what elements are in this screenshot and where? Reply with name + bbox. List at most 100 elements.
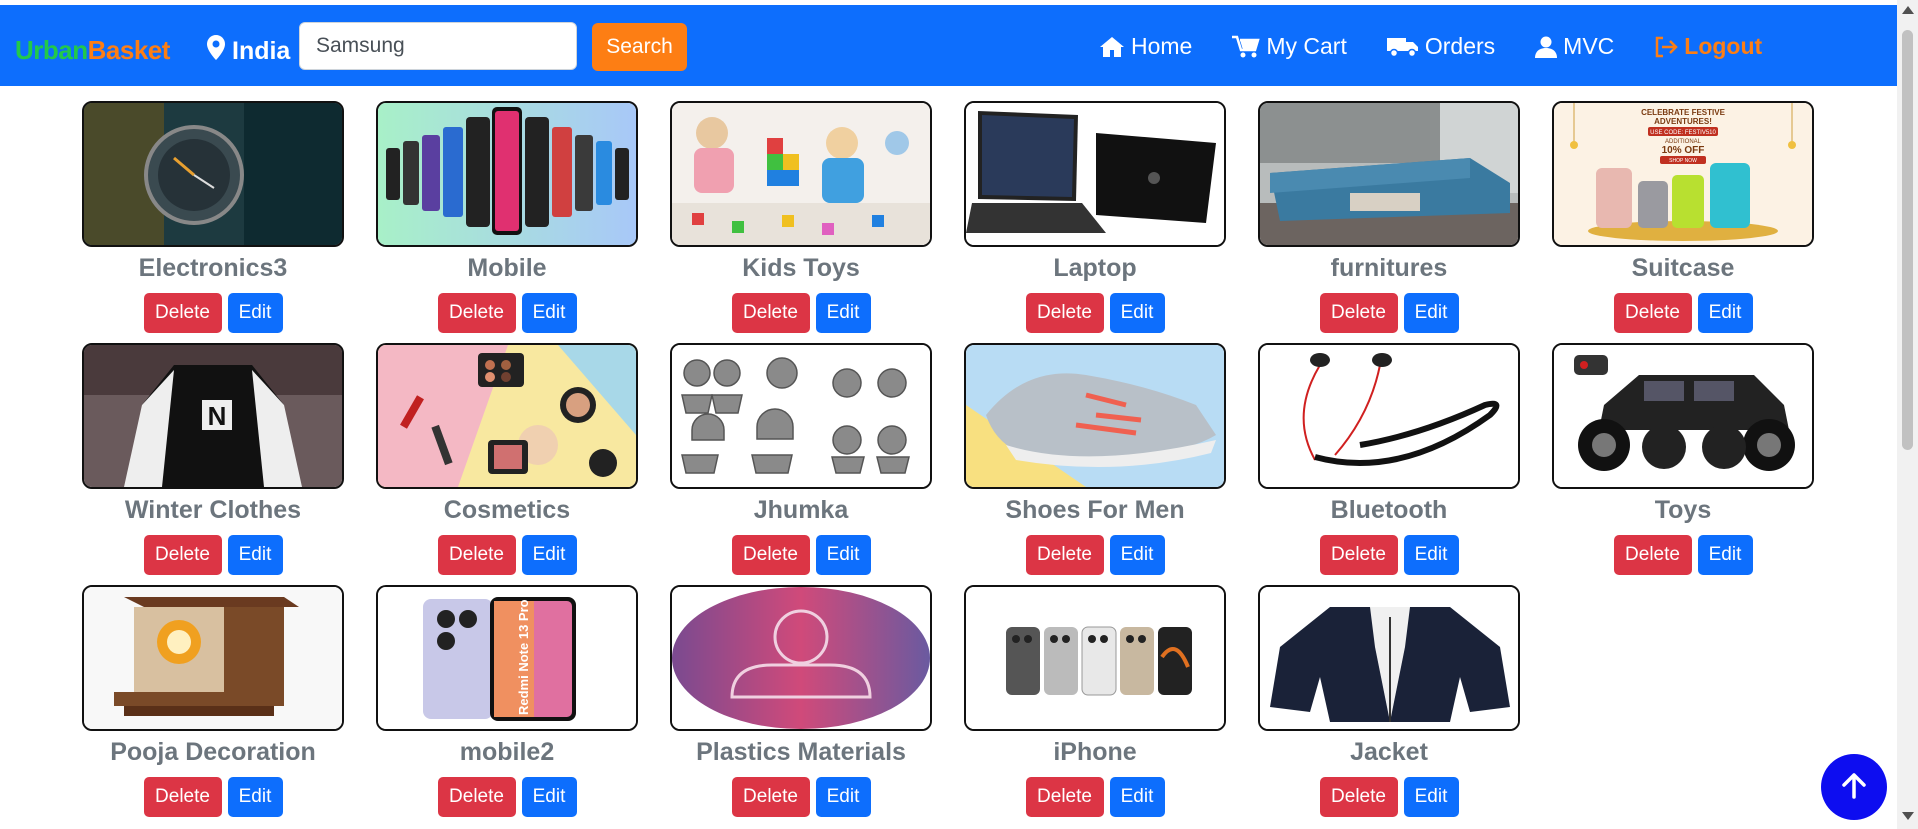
cosmetics-image (376, 343, 638, 489)
delete-button[interactable]: Delete (1025, 535, 1104, 575)
category-card: Redmi Note 13 Pro 5G mobile2 Delete Edit (376, 585, 638, 817)
edit-button[interactable]: Edit (1697, 535, 1753, 575)
brand-logo[interactable]: UrbanBasket (15, 35, 170, 66)
brand-part-1: Urban (15, 35, 88, 65)
delete-button[interactable]: Delete (1319, 293, 1398, 333)
delete-button[interactable]: Delete (731, 535, 810, 575)
wristwatch-image (82, 101, 344, 247)
map-pin-icon (207, 35, 225, 67)
category-card: Kids Toys Delete Edit (670, 101, 932, 333)
sofa-image (1258, 101, 1520, 247)
edit-button[interactable]: Edit (521, 535, 577, 575)
delete-button[interactable]: Delete (437, 535, 516, 575)
category-card: furnitures Delete Edit (1258, 101, 1520, 333)
edit-button[interactable]: Edit (1109, 535, 1165, 575)
smartphones-image (376, 101, 638, 247)
nav-cart[interactable]: My Cart (1232, 33, 1347, 60)
edit-button[interactable]: Edit (227, 535, 283, 575)
category-card: N Winter Clothes Delete Edit (82, 343, 344, 575)
search-input[interactable] (299, 22, 577, 70)
edit-button[interactable]: Edit (1697, 293, 1753, 333)
neckband-image (1258, 343, 1520, 489)
category-card: Electronics3 Delete Edit (82, 101, 344, 333)
edit-button[interactable]: Edit (521, 777, 577, 817)
category-name: Cosmetics (443, 496, 571, 524)
edit-button[interactable]: Edit (815, 777, 871, 817)
delete-button[interactable]: Delete (1025, 293, 1104, 333)
edit-button[interactable]: Edit (815, 293, 871, 333)
laptop-image (964, 101, 1226, 247)
category-card: Jacket Delete Edit (1258, 585, 1520, 817)
delete-button[interactable]: Delete (143, 293, 222, 333)
delete-button[interactable]: Delete (1613, 293, 1692, 333)
category-name: Jhumka (753, 496, 849, 524)
category-name: mobile2 (459, 738, 555, 766)
delete-button[interactable]: Delete (1025, 777, 1104, 817)
edit-button[interactable]: Edit (1109, 293, 1165, 333)
edit-button[interactable]: Edit (521, 293, 577, 333)
delete-button[interactable]: Delete (143, 777, 222, 817)
earrings-image (670, 343, 932, 489)
category-name: Jacket (1350, 738, 1428, 766)
nav-orders[interactable]: Orders (1386, 33, 1495, 60)
scroll-down-arrow-icon[interactable] (1902, 812, 1914, 820)
category-name: furnitures (1330, 254, 1448, 282)
delete-button[interactable]: Delete (1613, 535, 1692, 575)
arrow-up-icon (1842, 772, 1866, 802)
banner-line-5: 10% OFF (1662, 145, 1705, 156)
category-card: Shoes For Men Delete Edit (964, 343, 1226, 575)
category-card: Plastics Materials Delete Edit (670, 585, 932, 817)
delete-button[interactable]: Delete (437, 777, 516, 817)
category-name: iPhone (1053, 738, 1137, 766)
delete-button[interactable]: Delete (731, 777, 810, 817)
nav-mvc-label: MVC (1563, 33, 1615, 59)
banner-line-6: SHOP NOW (1669, 158, 1697, 164)
nav-mvc[interactable]: MVC (1535, 33, 1614, 60)
logout-icon (1654, 36, 1679, 58)
svg-text:N: N (208, 401, 227, 431)
back-to-top-button[interactable] (1821, 754, 1887, 820)
redmi-phone-image: Redmi Note 13 Pro 5G (376, 585, 638, 731)
search-button[interactable]: Search (592, 23, 687, 71)
banner-line-3: USE CODE: FESTIV510 (1650, 130, 1716, 136)
redmi-text: Redmi Note 13 Pro 5G (516, 587, 531, 715)
nav-home[interactable]: Home (1099, 33, 1192, 60)
edit-button[interactable]: Edit (227, 777, 283, 817)
jacket-image: N (82, 343, 344, 489)
user-placeholder-image (670, 585, 932, 731)
category-name: Winter Clothes (124, 496, 302, 524)
category-name: Mobile (467, 254, 547, 282)
delete-button[interactable]: Delete (1319, 535, 1398, 575)
cart-icon (1232, 35, 1261, 59)
category-card: Toys Delete Edit (1552, 343, 1814, 575)
category-name: Plastics Materials (696, 738, 906, 766)
banner-line-1: CELEBRATE FESTIVE (1641, 108, 1726, 117)
category-card: Bluetooth Delete Edit (1258, 343, 1520, 575)
scroll-up-arrow-icon[interactable] (1902, 6, 1914, 14)
delete-button[interactable]: Delete (731, 293, 810, 333)
category-name: Pooja Decoration (110, 738, 316, 766)
suitcase-banner-image: CELEBRATE FESTIVE ADVENTURES! USE CODE: … (1552, 101, 1814, 247)
category-name: Kids Toys (742, 254, 860, 282)
sneaker-image (964, 343, 1226, 489)
delete-button[interactable]: Delete (1319, 777, 1398, 817)
edit-button[interactable]: Edit (1109, 777, 1165, 817)
location-selector[interactable]: India (207, 35, 290, 67)
category-card: iPhone Delete Edit (964, 585, 1226, 817)
navbar: UrbanBasket India Search Home My Cart Or… (0, 5, 1897, 86)
scrollbar-thumb[interactable] (1902, 30, 1913, 450)
edit-button[interactable]: Edit (815, 535, 871, 575)
delete-button[interactable]: Delete (143, 535, 222, 575)
category-name: Suitcase (1631, 254, 1735, 282)
edit-button[interactable]: Edit (1403, 777, 1459, 817)
truck-icon (1386, 36, 1419, 58)
category-card: CELEBRATE FESTIVE ADVENTURES! USE CODE: … (1552, 101, 1814, 333)
user-icon (1535, 36, 1558, 58)
kids-blocks-image (670, 101, 932, 247)
nav-logout[interactable]: Logout (1654, 33, 1762, 60)
delete-button[interactable]: Delete (437, 293, 516, 333)
nav-home-label: Home (1131, 33, 1193, 59)
edit-button[interactable]: Edit (227, 293, 283, 333)
edit-button[interactable]: Edit (1403, 293, 1459, 333)
edit-button[interactable]: Edit (1403, 535, 1459, 575)
